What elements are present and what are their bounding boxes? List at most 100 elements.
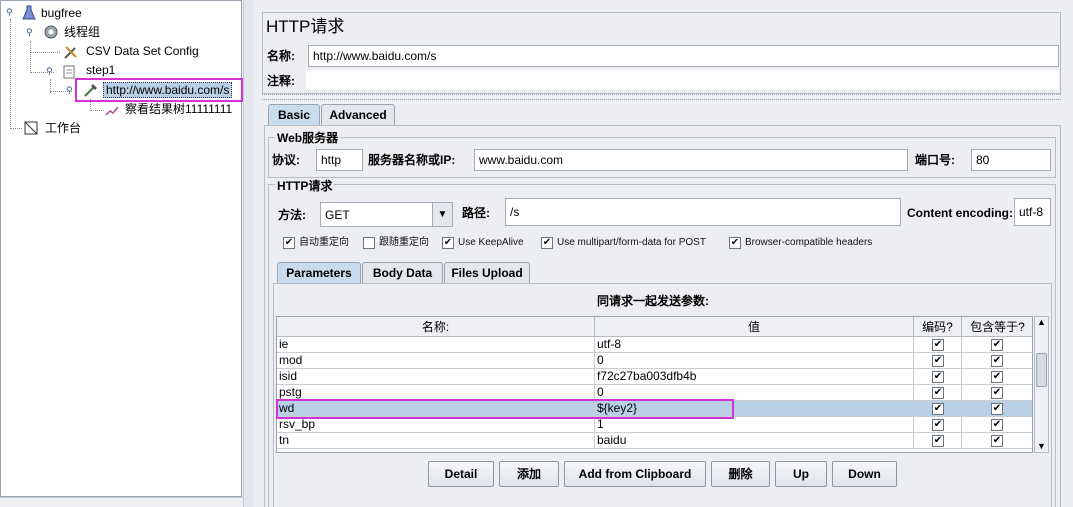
param-value-cell[interactable]: baidu — [595, 433, 914, 449]
param-value-cell[interactable]: f72c27ba003dfb4b — [595, 369, 914, 385]
browser-headers-checkbox[interactable]: ✔ — [729, 237, 741, 249]
collapse-toggle-icon[interactable]: ⚲ — [26, 28, 35, 37]
multipart-checkbox[interactable]: ✔ — [541, 237, 553, 249]
scroll-up-icon[interactable]: ▲ — [1037, 317, 1046, 327]
param-name-cell[interactable]: rsv_bp — [277, 417, 595, 433]
collapse-toggle-icon[interactable]: ⚲ — [46, 67, 55, 76]
include-equals-checkbox[interactable]: ✔ — [991, 339, 1003, 351]
option-label: 自动重定向 — [299, 237, 349, 248]
tree-node-workbench[interactable]: 工作台 — [45, 119, 81, 137]
encode-cell: ✔ — [914, 369, 962, 385]
table-row[interactable]: rsv_bp 1 ✔ ✔ — [277, 417, 1032, 433]
encode-checkbox[interactable]: ✔ — [932, 403, 944, 415]
param-name-cell[interactable]: isid — [277, 369, 595, 385]
tree-node-http-request[interactable]: http://www.baidu.com/s — [103, 81, 233, 99]
chevron-down-icon[interactable]: ▼ — [432, 203, 452, 226]
column-header-encode[interactable]: 编码? — [914, 317, 962, 337]
name-label: 名称: — [267, 49, 295, 63]
table-row[interactable]: isid f72c27ba003dfb4b ✔ ✔ — [277, 369, 1032, 385]
table-row[interactable]: tn baidu ✔ ✔ — [277, 433, 1032, 449]
collapse-toggle-icon[interactable]: ⚲ — [6, 8, 15, 17]
web-server-heading: Web服务器 — [275, 130, 341, 146]
encode-checkbox[interactable]: ✔ — [932, 435, 944, 447]
include-equals-checkbox[interactable]: ✔ — [991, 355, 1003, 367]
http-request-heading: HTTP请求 — [275, 178, 335, 194]
include-equals-checkbox[interactable]: ✔ — [991, 435, 1003, 447]
column-header-name[interactable]: 名称: — [277, 317, 595, 337]
tree-node-result-tree[interactable]: 察看结果树11111111 — [125, 100, 232, 118]
encoding-field[interactable] — [1014, 198, 1051, 226]
protocol-label: 协议: — [272, 153, 300, 167]
port-field[interactable] — [971, 149, 1051, 171]
encode-cell: ✔ — [914, 401, 962, 417]
encode-checkbox[interactable]: ✔ — [932, 355, 944, 367]
column-header-value[interactable]: 值 — [595, 317, 914, 337]
column-header-include-equals[interactable]: 包含等于? — [962, 317, 1032, 337]
tab-basic[interactable]: Basic — [268, 104, 320, 125]
protocol-field[interactable] — [316, 149, 363, 171]
tab-parameters[interactable]: Parameters — [277, 262, 361, 283]
param-value-cell[interactable]: 1 — [595, 417, 914, 433]
tree-horizontal-scrollbar[interactable] — [0, 497, 243, 507]
param-name-cell[interactable]: ie — [277, 337, 595, 353]
test-plan-icon — [21, 5, 37, 21]
tools-icon — [63, 44, 79, 60]
server-label: 服务器名称或IP: — [368, 153, 456, 167]
params-caption: 同请求一起发送参数: — [597, 294, 709, 308]
gear-icon — [43, 24, 59, 40]
scroll-down-icon[interactable]: ▼ — [1037, 441, 1046, 451]
include-equals-cell: ✔ — [962, 401, 1032, 417]
comment-field[interactable] — [306, 70, 1059, 90]
tree-node-step1[interactable]: step1 — [86, 61, 115, 79]
follow-redirect-auto-checkbox[interactable]: ✔ — [283, 237, 295, 249]
path-label: 路径: — [462, 206, 490, 220]
workbench-icon — [23, 120, 39, 136]
encode-checkbox[interactable]: ✔ — [932, 419, 944, 431]
follow-redirect-checkbox[interactable] — [363, 237, 375, 249]
down-button[interactable]: Down — [832, 461, 897, 487]
test-plan-tree[interactable]: ⚲ bugfree ⚲ 线程组 CSV Data Set Config ⚲ st… — [0, 0, 243, 497]
tab-body-data[interactable]: Body Data — [362, 262, 443, 283]
table-scrollbar[interactable]: ▲ ▼ — [1034, 316, 1049, 453]
param-name-cell[interactable]: mod — [277, 353, 595, 369]
table-row[interactable]: ie utf-8 ✔ ✔ — [277, 337, 1032, 353]
server-field[interactable] — [474, 149, 908, 171]
add-from-clipboard-button[interactable]: Add from Clipboard — [564, 461, 706, 487]
path-field[interactable] — [505, 198, 901, 226]
param-value-cell[interactable]: 0 — [595, 353, 914, 369]
option-label: Use KeepAlive — [458, 237, 524, 248]
param-value-cell[interactable]: utf-8 — [595, 337, 914, 353]
split-pane-divider[interactable] — [243, 0, 253, 507]
tab-advanced[interactable]: Advanced — [321, 104, 395, 125]
scroll-thumb[interactable] — [1036, 353, 1047, 387]
method-select[interactable]: GET ▼ — [320, 202, 453, 227]
include-equals-checkbox[interactable]: ✔ — [991, 403, 1003, 415]
keepalive-checkbox[interactable]: ✔ — [442, 237, 454, 249]
detail-button[interactable]: Detail — [428, 461, 494, 487]
encode-checkbox[interactable]: ✔ — [932, 339, 944, 351]
up-button[interactable]: Up — [775, 461, 827, 487]
include-equals-cell: ✔ — [962, 353, 1032, 369]
parameters-table[interactable]: 名称: 值 编码? 包含等于? ie utf-8 ✔ ✔ mod 0 ✔ ✔ isid f72c2… — [276, 316, 1033, 453]
include-equals-checkbox[interactable]: ✔ — [991, 371, 1003, 383]
tree-node-thread-group[interactable]: 线程组 — [64, 23, 100, 41]
table-row[interactable]: mod 0 ✔ ✔ — [277, 353, 1032, 369]
tree-node-root[interactable]: bugfree — [41, 4, 82, 22]
chart-icon — [104, 102, 120, 118]
tab-files-upload[interactable]: Files Upload — [444, 262, 530, 283]
pipette-icon — [83, 82, 99, 98]
comment-label: 注释: — [267, 74, 295, 88]
tree-node-csv-config[interactable]: CSV Data Set Config — [86, 42, 199, 60]
encode-checkbox[interactable]: ✔ — [932, 387, 944, 399]
include-equals-checkbox[interactable]: ✔ — [991, 419, 1003, 431]
collapse-toggle-icon[interactable]: ⚲ — [66, 86, 75, 95]
add-button[interactable]: 添加 — [499, 461, 559, 487]
resize-handle[interactable] — [262, 94, 1061, 100]
include-equals-checkbox[interactable]: ✔ — [991, 387, 1003, 399]
name-field[interactable] — [308, 45, 1059, 67]
page-title: HTTP请求 — [266, 17, 345, 36]
encode-checkbox[interactable]: ✔ — [932, 371, 944, 383]
param-name-cell[interactable]: tn — [277, 433, 595, 449]
delete-button[interactable]: 删除 — [711, 461, 770, 487]
include-equals-cell: ✔ — [962, 433, 1032, 449]
